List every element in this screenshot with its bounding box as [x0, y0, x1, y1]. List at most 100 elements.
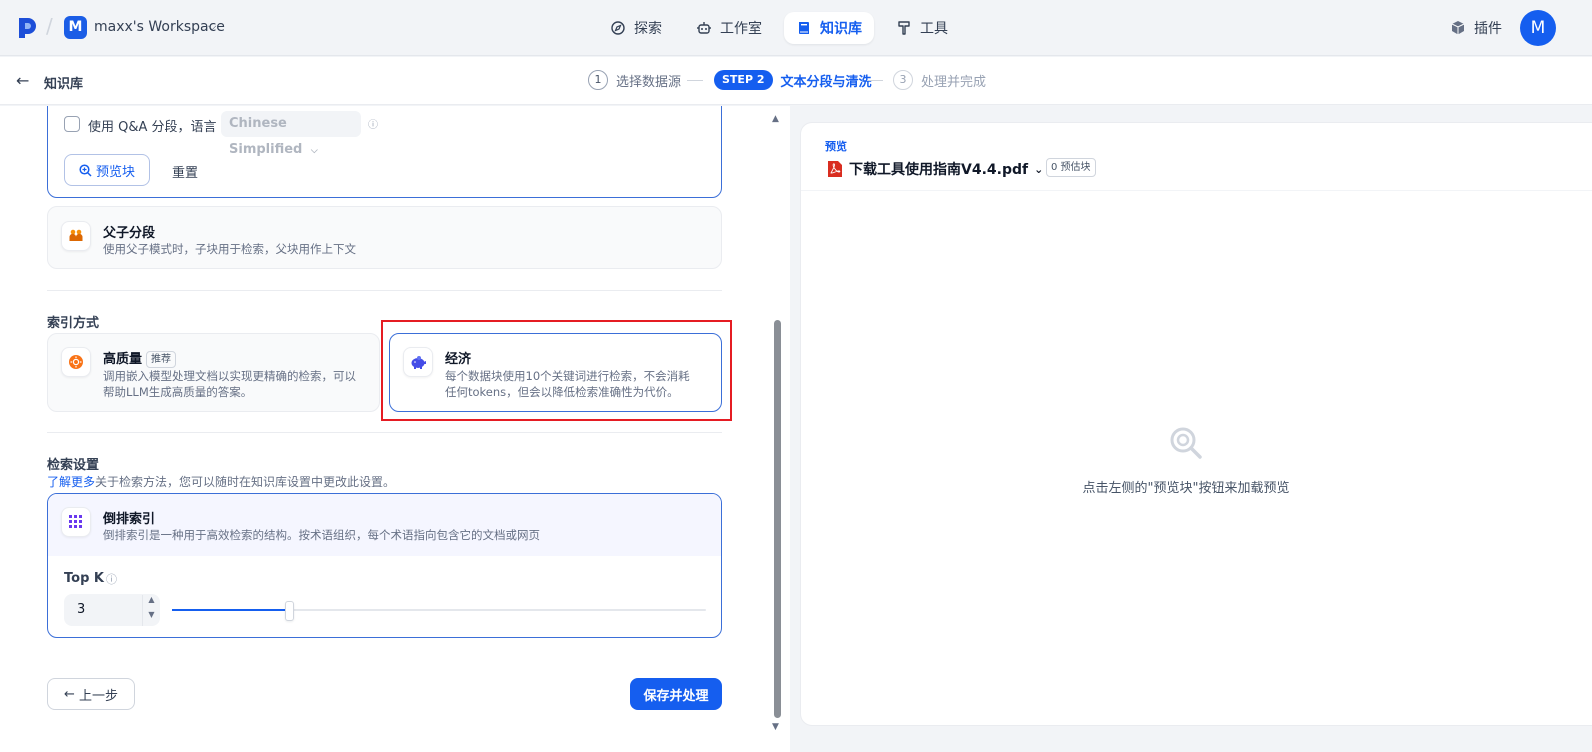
cube-icon: [1451, 21, 1465, 35]
card-title: 高质量 推荐: [103, 348, 177, 368]
high-quality-title: 高质量: [103, 352, 143, 367]
topk-label: Top K: [64, 571, 104, 586]
plugin-link[interactable]: 插件: [1450, 18, 1502, 38]
learn-more-link[interactable]: 了解更多: [47, 475, 95, 489]
decrement-icon[interactable]: ▼: [142, 610, 160, 626]
help-circle-icon[interactable]: ⓘ: [368, 116, 378, 131]
step-label: 文本分段与清洗: [780, 74, 872, 90]
preview-chunks-button[interactable]: 预览块: [64, 154, 150, 186]
button-label: 预览块: [95, 164, 135, 180]
workspace-avatar[interactable]: M: [64, 16, 87, 39]
card-description-line2: 帮助LLM生成高质量的答案。: [103, 385, 253, 399]
divider: [47, 290, 722, 291]
user-avatar[interactable]: M: [1520, 10, 1556, 46]
help-suffix: 关于检索方法，您可以随时在知识库设置中更改此设置。: [95, 475, 396, 489]
parent-child-icon-box: [61, 221, 91, 251]
grid-index-icon: [69, 515, 82, 528]
qa-label: 使用 Q&A 分段，语言: [88, 120, 217, 135]
topk-slider[interactable]: [172, 609, 706, 611]
help-circle-icon[interactable]: ⓘ: [106, 571, 117, 587]
slider-fill: [172, 609, 290, 611]
app-logo-icon[interactable]: [17, 17, 37, 39]
card-title: 父子分段: [103, 226, 156, 241]
tab-tools[interactable]: 工具: [884, 12, 960, 44]
tab-label: 工作室: [720, 21, 762, 37]
step-connector: [867, 80, 883, 81]
increment-icon[interactable]: ▲: [142, 595, 160, 611]
step-label: 处理并完成: [921, 74, 987, 90]
previous-step-button[interactable]: ← 上一步: [47, 678, 135, 710]
card-description-line1: 调用嵌入模型处理文档以实现更精确的检索，可以: [103, 369, 356, 383]
preview-panel: 预览 下载工具使用指南V4.4.pdf ⌄ 0 预估块 点击左侧的"预览块"按钮…: [800, 122, 1592, 726]
topk-stepper[interactable]: 3 ▲ ▼: [64, 594, 160, 626]
arrow-left-icon: ←: [64, 686, 75, 702]
recommended-badge: 推荐: [146, 351, 177, 368]
qa-checkbox[interactable]: [64, 116, 80, 132]
back-arrow-icon[interactable]: ←: [16, 71, 29, 90]
settings-panel: 使用 Q&A 分段，语言 Chinese Simplified ⌵ ⓘ 预览块 …: [0, 106, 790, 752]
scrollbar-thumb[interactable]: [774, 320, 781, 718]
topk-value[interactable]: 3: [77, 602, 85, 617]
high-quality-card[interactable]: 高质量 推荐 调用嵌入模型处理文档以实现更精确的检索，可以 帮助LLM生成高质量的…: [47, 333, 380, 412]
page-title[interactable]: 知识库: [44, 73, 83, 92]
breadcrumb-separator: /: [46, 14, 53, 38]
file-name: 下载工具使用指南V4.4.pdf: [849, 162, 1029, 178]
tab-explore[interactable]: 探索: [598, 12, 674, 44]
step-process: 3 处理并完成: [893, 70, 986, 90]
chevron-down-icon: ⌵: [310, 146, 318, 156]
chunk-count-badge: 0 预估块: [1046, 158, 1096, 177]
scroll-down-arrow-icon[interactable]: ▼: [772, 722, 779, 732]
chevron-down-icon: ⌄: [1034, 162, 1044, 176]
divider: [801, 190, 1592, 191]
save-and-process-button[interactable]: 保存并处理: [630, 678, 722, 710]
empty-preview-text: 点击左侧的"预览块"按钮来加载预览: [1082, 481, 1290, 496]
button-label: 上一步: [78, 688, 118, 704]
button-label: 保存并处理: [643, 688, 709, 704]
general-segmentation-card: 使用 Q&A 分段，语言 Chinese Simplified ⌵ ⓘ 预览块 …: [47, 106, 722, 198]
step-number: 1: [588, 70, 608, 90]
retrieval-help-text: 了解更多关于检索方法，您可以随时在知识库设置中更改此设置。: [47, 473, 395, 490]
robot-icon: [697, 22, 711, 34]
tab-label: 知识库: [820, 21, 862, 37]
card-description: 使用父子模式时，子块用于检索，父块用作上下文: [103, 242, 356, 256]
hammer-icon: [898, 21, 910, 35]
compass-icon: [611, 21, 625, 35]
card-description: 倒排索引是一种用于高效检索的结构。按术语组织，每个术语指向包含它的文档或网页: [103, 528, 540, 542]
slider-thumb[interactable]: [285, 601, 295, 621]
selection-highlight: [381, 320, 732, 421]
step-select-source: 1 选择数据源: [588, 70, 681, 90]
reset-button[interactable]: 重置: [172, 162, 198, 181]
book-icon: [799, 22, 809, 34]
workspace-name[interactable]: maxx's Workspace: [94, 19, 225, 35]
language-select[interactable]: Chinese Simplified ⌵: [221, 111, 361, 157]
sun-icon: [69, 355, 83, 369]
plugin-label: 插件: [1474, 21, 1502, 37]
file-selector[interactable]: 下载工具使用指南V4.4.pdf ⌄: [827, 159, 1043, 179]
step-connector: [687, 80, 703, 81]
step-label: 选择数据源: [616, 74, 682, 90]
page-header: ← 知识库 1 选择数据源 STEP 2 文本分段与清洗 3 处理并完成: [0, 57, 1592, 105]
family-icon: [69, 229, 83, 241]
tab-knowledge[interactable]: 知识库: [784, 12, 874, 44]
step-segmentation: STEP 2 文本分段与清洗: [714, 70, 872, 90]
scroll-up-arrow-icon[interactable]: ▲: [772, 114, 779, 124]
step-number: STEP 2: [714, 70, 773, 90]
chevron-down-icon[interactable]: ⌵: [208, 20, 216, 34]
tab-studio[interactable]: 工作室: [684, 12, 774, 44]
index-section-title: 索引方式: [47, 316, 100, 331]
tab-label: 工具: [920, 21, 948, 37]
divider: [47, 432, 722, 433]
retrieval-section-title: 检索设置: [47, 458, 100, 473]
inverted-index-icon-box: [61, 507, 91, 537]
language-value: Chinese Simplified: [229, 116, 303, 157]
preview-label: 预览: [825, 140, 847, 153]
parent-child-card[interactable]: 父子分段 使用父子模式时，子块用于检索，父块用作上下文: [47, 206, 722, 269]
search-preview-icon: [1170, 427, 1202, 459]
card-title: 倒排索引: [103, 512, 156, 527]
high-quality-icon-box: [61, 347, 91, 377]
tab-label: 探索: [634, 21, 662, 37]
search-zoom-icon: [79, 163, 92, 177]
step-number: 3: [893, 70, 913, 90]
top-navigation: / M maxx's Workspace ⌵ 探索 工作室 知识库 工具 插件 …: [0, 0, 1592, 56]
pdf-file-icon: [828, 161, 842, 177]
